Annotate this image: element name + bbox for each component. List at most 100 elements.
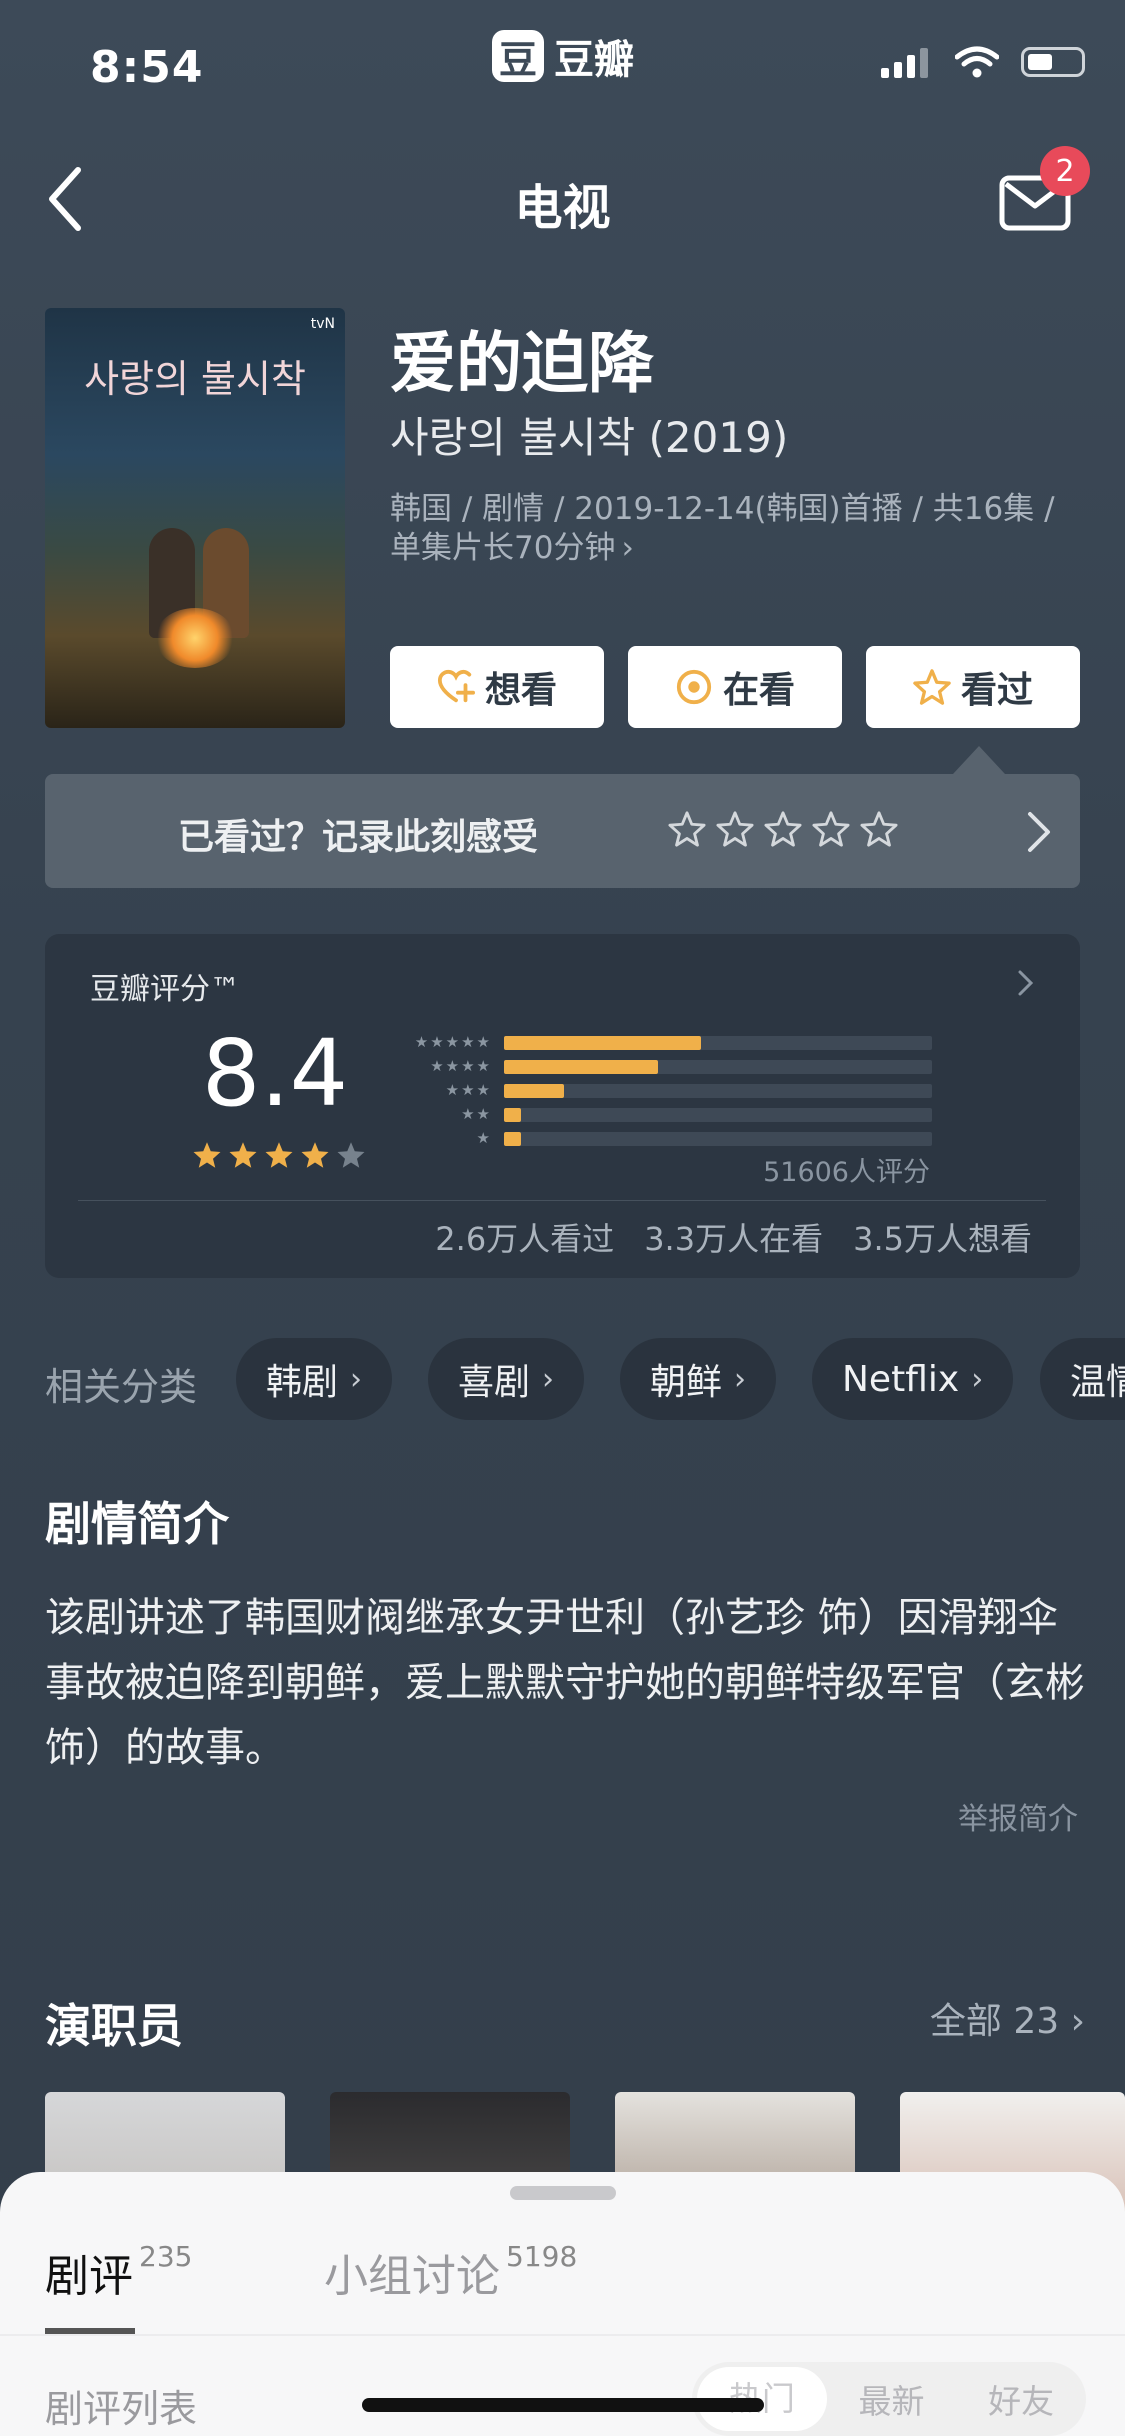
- star-filled-icon: [229, 1142, 257, 1168]
- distribution-stars: ★ ★: [386, 1106, 490, 1122]
- watched-label: 看过: [960, 670, 1033, 711]
- star-small-icon: ★: [476, 1105, 490, 1123]
- rating-stars: [192, 1140, 366, 1170]
- tab-group-discussion[interactable]: 小组讨论 5198: [324, 2240, 577, 2304]
- category-chip-label: Netflix: [842, 1358, 960, 1400]
- category-chip[interactable]: 韩剧 ›: [236, 1338, 393, 1420]
- star-small-icon: ★: [476, 1129, 490, 1147]
- show-title: 爱的迫降: [390, 325, 654, 402]
- chevron-right-icon: ›: [621, 530, 634, 566]
- star-small-icon: ★: [476, 1057, 490, 1075]
- category-chip-label: 温情: [1070, 1362, 1125, 1403]
- poster-brand: tvN: [310, 316, 335, 332]
- watched-count: 2.6万人看过: [435, 1220, 615, 1258]
- distribution-bar: [504, 1132, 521, 1146]
- app-name: 豆瓣: [554, 37, 634, 83]
- rate-stars[interactable]: [668, 810, 898, 848]
- star-outline-icon[interactable]: [812, 810, 850, 848]
- category-chip[interactable]: 朝鲜 ›: [620, 1338, 777, 1420]
- filter-latest[interactable]: 最新: [827, 2375, 957, 2423]
- chevron-right-icon: ›: [1070, 2001, 1085, 2042]
- category-chip[interactable]: 温情: [1040, 1338, 1125, 1420]
- wifi-icon: [955, 46, 999, 78]
- star-small-icon: ★: [461, 1081, 475, 1099]
- record-bar-pointer: [953, 746, 1005, 774]
- watched-button[interactable]: 看过: [866, 646, 1080, 728]
- report-synopsis-link[interactable]: 举报简介: [958, 1794, 1078, 1838]
- star-small-icon: ★: [461, 1033, 475, 1051]
- status-time: 8:54: [90, 42, 204, 93]
- distribution-row: ★ ★ ★ ★: [386, 1058, 932, 1074]
- distribution-stars: ★ ★ ★: [386, 1082, 490, 1098]
- rating-stats: 2.6万人看过 3.3万人在看 3.5万人想看: [435, 1214, 1032, 1260]
- chevron-right-icon[interactable]: [1024, 810, 1054, 854]
- rating-count: 51606人评分: [763, 1157, 930, 1188]
- distribution-bar: [504, 1084, 564, 1098]
- watching-count: 3.3万人在看: [644, 1220, 824, 1258]
- category-chip-label: 韩剧: [266, 1362, 339, 1403]
- filter-friends[interactable]: 好友: [956, 2375, 1086, 2423]
- cast-all-label: 全部 23: [929, 2001, 1060, 2042]
- signal-icon: [881, 48, 928, 78]
- divider: [78, 1200, 1046, 1201]
- distribution-bar: [504, 1108, 521, 1122]
- home-indicator[interactable]: [362, 2398, 764, 2412]
- star-small-icon: ★: [476, 1081, 490, 1099]
- star-small-icon: ★: [461, 1105, 475, 1123]
- star-outline-icon: [913, 669, 951, 705]
- chevron-right-icon: ›: [542, 1361, 555, 1397]
- record-feeling-text: 已看过？记录此刻感受: [178, 817, 539, 858]
- distribution-track: [504, 1084, 932, 1098]
- meta-text: 韩国 / 剧情 / 2019-12-14(韩国)首播 / 共16集 / 单集片长…: [390, 491, 1055, 566]
- tab-reviews[interactable]: 剧评 235: [45, 2240, 192, 2304]
- battery-icon: [1021, 47, 1085, 77]
- star-filled-icon: [193, 1142, 221, 1168]
- chevron-right-icon: ›: [971, 1361, 984, 1397]
- poster-title: 사랑의 불시착: [84, 357, 306, 401]
- category-chip[interactable]: Netflix ›: [812, 1338, 1014, 1420]
- star-outline-icon[interactable]: [668, 810, 706, 848]
- category-label: 相关分类: [45, 1365, 198, 1409]
- watching-button[interactable]: 在看: [628, 646, 842, 728]
- distribution-bar: [504, 1036, 701, 1050]
- distribution-row: ★ ★ ★ ★ ★: [386, 1034, 932, 1050]
- show-meta[interactable]: 韩国 / 剧情 / 2019-12-14(韩国)首播 / 共16集 / 单集片长…: [390, 490, 1070, 568]
- watching-label: 在看: [722, 670, 795, 711]
- star-outline-icon[interactable]: [764, 810, 802, 848]
- tab-groups-count: 5198: [506, 2240, 578, 2273]
- want-count: 3.5万人想看: [853, 1220, 1032, 1258]
- star-small-icon: ★: [430, 1033, 444, 1051]
- synopsis-text: 该剧讲述了韩国财阀继承女尹世利（孙艺珍 饰）因滑翔伞事故被迫降到朝鲜，爱上默默守…: [45, 1595, 1085, 1771]
- tab-reviews-label: 剧评: [45, 2251, 133, 2302]
- star-outline-icon[interactable]: [716, 810, 754, 848]
- chevron-right-icon[interactable]: [1016, 968, 1036, 998]
- target-icon: [676, 669, 712, 705]
- distribution-track: [504, 1108, 932, 1122]
- sheet-drag-handle[interactable]: [510, 2186, 616, 2200]
- distribution-stars: ★ ★ ★ ★ ★: [386, 1034, 490, 1050]
- rating-label: 豆瓣评分™: [90, 972, 240, 1007]
- cast-heading: 演职员: [45, 1999, 183, 2053]
- douban-logo-icon: 豆: [492, 30, 544, 82]
- star-empty-icon: [337, 1142, 365, 1168]
- category-chip-label: 喜剧: [458, 1362, 531, 1403]
- distribution-row: ★ ★: [386, 1106, 932, 1122]
- star-small-icon: ★: [414, 1033, 429, 1051]
- distribution-stars: ★ ★ ★ ★: [386, 1058, 490, 1074]
- distribution-bar: [504, 1060, 658, 1074]
- distribution-row: ★: [386, 1129, 932, 1147]
- category-chip[interactable]: 喜剧 ›: [428, 1338, 585, 1420]
- tab-groups-label: 小组讨论: [324, 2251, 500, 2302]
- review-list-label: 剧评列表: [45, 2387, 198, 2431]
- poster-image[interactable]: tvN 사랑의 불시착: [45, 308, 345, 728]
- star-outline-icon[interactable]: [860, 810, 898, 848]
- synopsis-heading: 剧情简介: [45, 1497, 229, 1551]
- rating-score: 8.4: [201, 1020, 349, 1127]
- want-to-watch-button[interactable]: 想看: [390, 646, 604, 728]
- chevron-right-icon: ›: [734, 1361, 747, 1397]
- page-title: 电视: [514, 180, 611, 236]
- cast-all-link[interactable]: 全部 23 ›: [930, 1992, 1085, 2044]
- star-small-icon: ★: [445, 1081, 460, 1099]
- chevron-right-icon: ›: [350, 1361, 363, 1397]
- want-to-watch-label: 想看: [484, 670, 557, 711]
